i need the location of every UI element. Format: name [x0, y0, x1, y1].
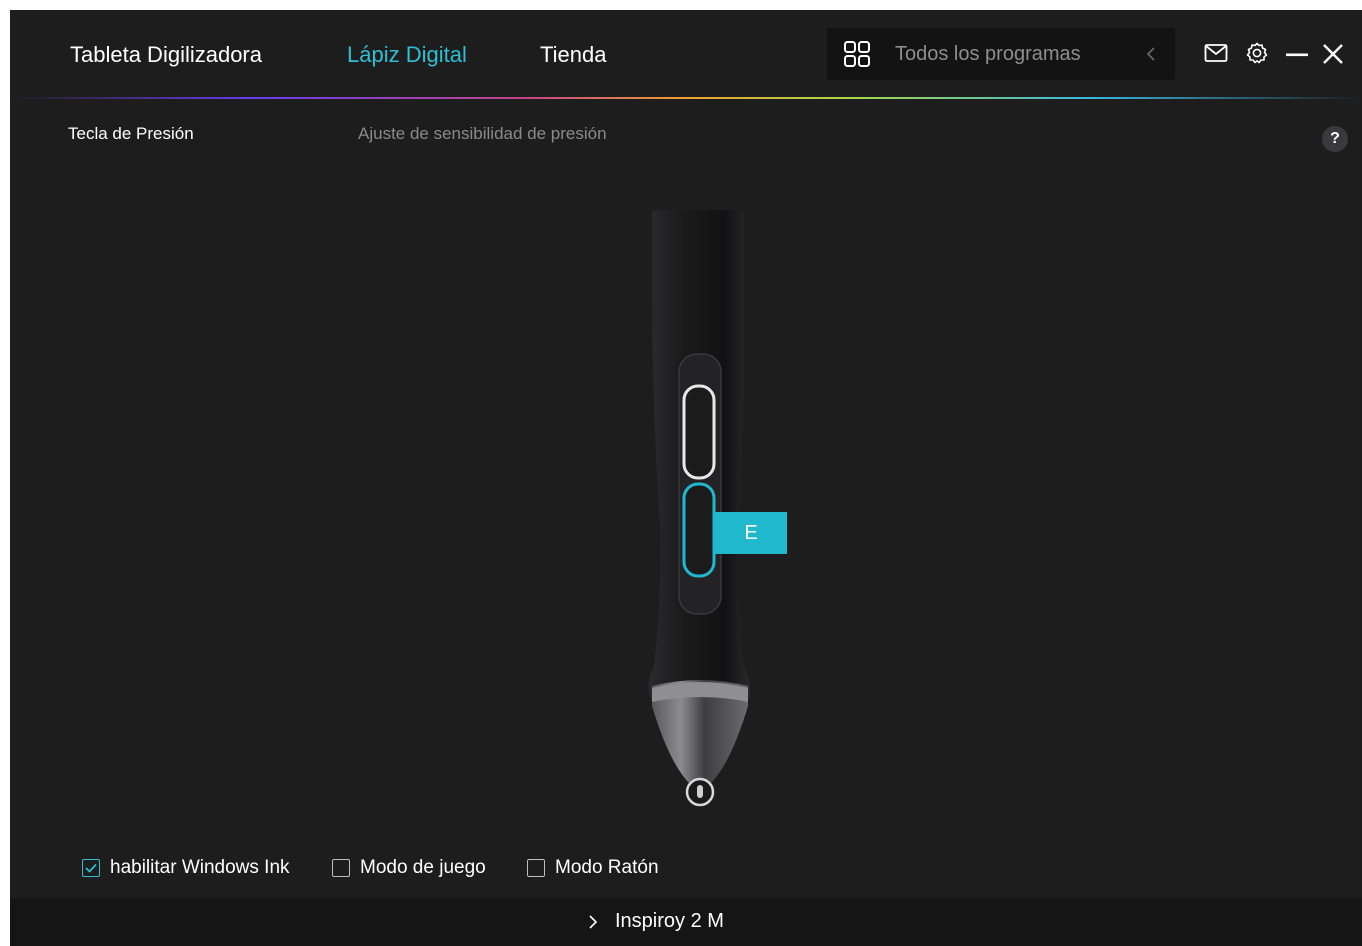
- close-icon[interactable]: [1322, 43, 1344, 65]
- header-divider: [10, 97, 1362, 99]
- mail-icon[interactable]: [1204, 43, 1228, 63]
- checkbox-box[interactable]: [527, 859, 545, 877]
- mouse-mode-checkbox[interactable]: Modo Ratón: [527, 856, 677, 880]
- minimize-icon[interactable]: [1286, 53, 1308, 57]
- windows-ink-label: habilitar Windows Ink: [110, 857, 290, 878]
- tab-store[interactable]: Tienda: [540, 42, 606, 68]
- game-mode-label: Modo de juego: [360, 857, 486, 878]
- checkbox-box[interactable]: [332, 859, 350, 877]
- pen-lower-button[interactable]: [682, 482, 716, 578]
- mouse-mode-label: Modo Ratón: [555, 857, 659, 878]
- check-icon: [85, 863, 97, 873]
- top-bar: Tableta Digilizadora Lápiz Digital Tiend…: [10, 10, 1362, 98]
- grid-icon: [844, 41, 870, 67]
- device-footer[interactable]: Inspiroy 2 M: [10, 898, 1362, 946]
- subtab-pressure-sensitivity[interactable]: Ajuste de sensibilidad de presión: [358, 124, 607, 144]
- game-mode-checkbox[interactable]: Modo de juego: [332, 856, 512, 880]
- help-button[interactable]: ?: [1322, 126, 1348, 152]
- subtab-pressure-key[interactable]: Tecla de Presión: [68, 124, 194, 144]
- lower-button-function-label[interactable]: E: [715, 512, 787, 554]
- program-selector[interactable]: Todos los programas: [827, 28, 1175, 80]
- tab-tablet[interactable]: Tableta Digilizadora: [70, 42, 262, 68]
- gear-icon[interactable]: [1246, 42, 1268, 64]
- chevron-left-icon[interactable]: [1145, 46, 1157, 62]
- device-name: Inspiroy 2 M: [615, 910, 724, 932]
- windows-ink-checkbox[interactable]: habilitar Windows Ink: [82, 856, 322, 880]
- tab-digital-pen[interactable]: Lápiz Digital: [347, 42, 467, 68]
- chevron-right-icon: [589, 915, 598, 929]
- program-selector-label: Todos los programas: [895, 43, 1081, 65]
- app-window: Tableta Digilizadora Lápiz Digital Tiend…: [10, 10, 1362, 946]
